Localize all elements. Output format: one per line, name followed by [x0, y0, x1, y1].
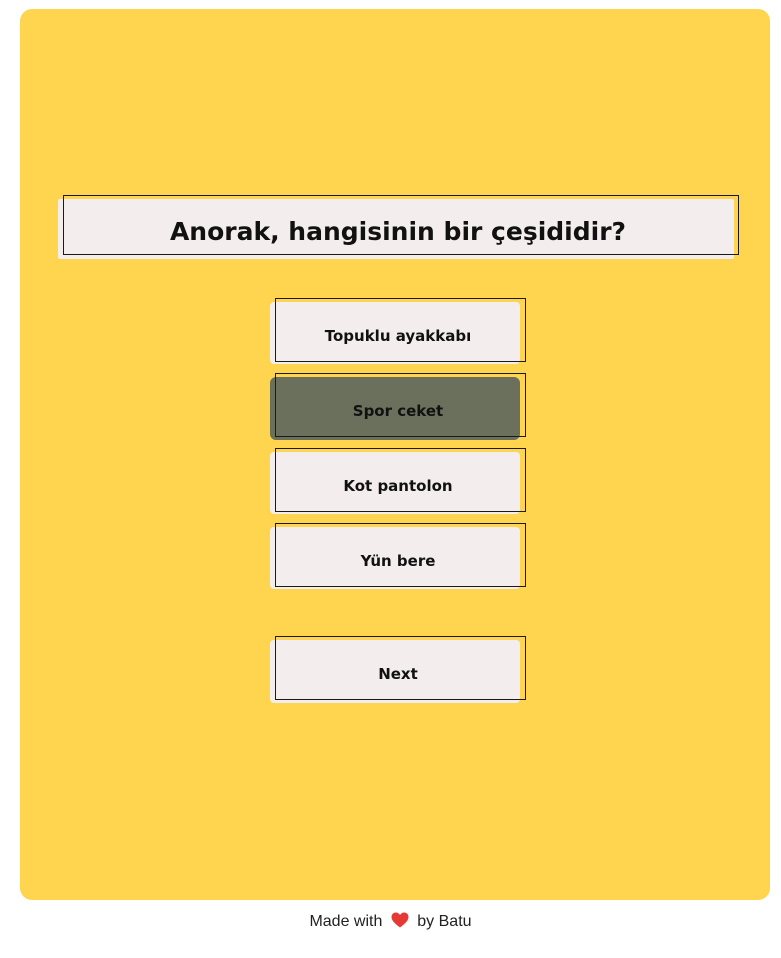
option-label-4: Yün bere — [360, 552, 436, 570]
heart-icon — [391, 912, 409, 933]
footer-by: by Batu — [417, 913, 472, 930]
option-button-4[interactable]: Yün bere — [270, 523, 526, 591]
question-text: Anorak, hangisinin bir çeşididir? — [169, 217, 627, 246]
footer-made-with: Made with — [309, 913, 383, 930]
footer: Made with by Batu — [0, 912, 781, 933]
next-button[interactable]: Next — [270, 636, 526, 704]
option-label-3: Kot pantolon — [343, 477, 453, 495]
question-box: Anorak, hangisinin bir çeşididir? — [58, 195, 739, 261]
option-button-2[interactable]: Spor ceket — [270, 373, 526, 441]
option-button-3[interactable]: Kot pantolon — [270, 448, 526, 516]
next-button-label: Next — [378, 665, 418, 683]
option-label-2: Spor ceket — [352, 402, 444, 420]
option-label-1: Topuklu ayakkabı — [324, 327, 472, 345]
option-button-1[interactable]: Topuklu ayakkabı — [270, 298, 526, 366]
quiz-card: Anorak, hangisinin bir çeşididir? Topukl… — [20, 9, 770, 900]
